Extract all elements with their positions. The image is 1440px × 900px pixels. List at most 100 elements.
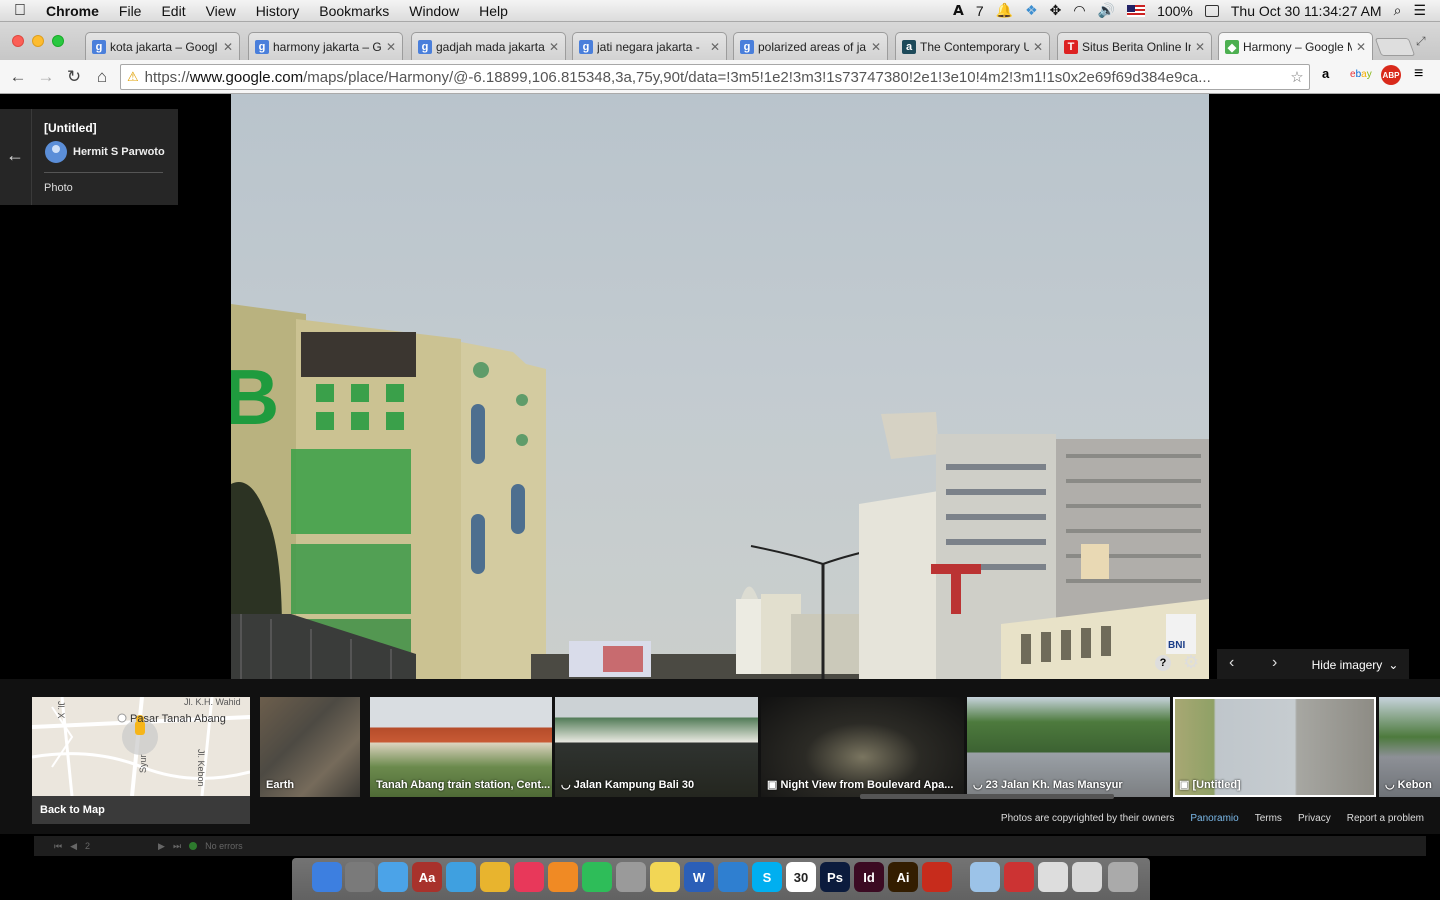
filmstrip-scrollbar[interactable] (860, 794, 1114, 799)
zoom-window-button[interactable] (52, 35, 64, 47)
menu-history[interactable]: History (246, 3, 310, 19)
menu-bookmarks[interactable]: Bookmarks (309, 3, 399, 19)
warning-lock-icon[interactable]: ⚠ (127, 69, 139, 85)
stickies-dock-icon[interactable] (650, 862, 680, 892)
next-photo-icon[interactable]: › (1272, 654, 1277, 672)
folder-dock-icon[interactable] (970, 862, 1000, 892)
chrome-dock-icon[interactable] (480, 862, 510, 892)
move-icon[interactable]: ✥ (1050, 2, 1062, 19)
film-tanah-abang-station[interactable]: Tanah Abang train station, Cent... (370, 697, 552, 797)
film-jalan-mas-mansyur[interactable]: ◡ 23 Jalan Kh. Mas Mansyur (967, 697, 1170, 797)
itunes-dock-icon[interactable] (514, 862, 544, 892)
minimize-window-button[interactable] (32, 35, 44, 47)
skype-dock-icon[interactable]: S (752, 862, 782, 892)
system-preferences-dock-icon[interactable] (345, 862, 375, 892)
fetch-dock-icon[interactable] (718, 862, 748, 892)
terms-link[interactable]: Terms (1255, 813, 1282, 824)
close-tab-icon[interactable]: ✕ (710, 40, 720, 54)
close-tab-icon[interactable]: ✕ (1033, 40, 1043, 54)
photo-title[interactable]: [Untitled] (44, 121, 97, 135)
menu-help[interactable]: Help (469, 3, 518, 19)
close-tab-icon[interactable]: ✕ (1356, 40, 1366, 54)
browser-tab[interactable]: a The Contemporary U ✕ (895, 32, 1050, 60)
battery-icon[interactable] (1204, 4, 1219, 17)
nav-prev-icon[interactable]: ◀ (70, 841, 77, 852)
nav-next-icon[interactable]: ▶ (158, 841, 165, 852)
browser-tab[interactable]: g kota jakarta – Googl ✕ (85, 32, 240, 60)
back-arrow-icon[interactable]: ← (4, 67, 32, 87)
adblock-plus-icon[interactable]: ABP (1381, 65, 1401, 85)
close-tab-icon[interactable]: ✕ (223, 40, 233, 54)
dictionary-dock-icon[interactable]: Aa (412, 862, 442, 892)
clock[interactable]: Thu Oct 30 11:34:27 AM (1231, 3, 1382, 19)
word-dock-icon[interactable]: W (684, 862, 714, 892)
spotify-dock-icon[interactable] (582, 862, 612, 892)
hide-imagery-button[interactable]: Hide imagery ⌄ (1301, 649, 1409, 681)
mini-map[interactable]: Jl. K.H. Wahid Pasar Tanah Abang Jl. Keb… (32, 697, 250, 796)
trash-dock-icon[interactable] (1108, 862, 1138, 892)
close-tab-icon[interactable]: ✕ (549, 40, 559, 54)
help-icon[interactable]: ? (1155, 655, 1171, 671)
forward-arrow-icon[interactable]: → (32, 67, 60, 87)
page-number[interactable]: 2 (85, 841, 90, 851)
us-flag-icon[interactable] (1127, 4, 1146, 17)
author-avatar[interactable] (45, 141, 67, 163)
author-name[interactable]: Hermit S Parwoto (73, 146, 165, 158)
ebay-extension-icon[interactable]: ebay (1350, 69, 1372, 80)
messages-dock-icon[interactable] (378, 862, 408, 892)
browser-tab[interactable]: g harmony jakarta – G ✕ (248, 32, 403, 60)
back-to-map-tile[interactable]: Jl. K.H. Wahid Pasar Tanah Abang Jl. Keb… (32, 697, 250, 824)
spotlight-icon[interactable]: ⌕ (1394, 2, 1402, 19)
menu-edit[interactable]: Edit (151, 3, 195, 19)
photoshop-dock-icon[interactable]: Ps (820, 862, 850, 892)
menu-window[interactable]: Window (399, 3, 469, 19)
safari-dock-icon[interactable] (446, 862, 476, 892)
film-untitled-selected[interactable]: ▣ [Untitled] (1173, 697, 1376, 797)
finder-dock-icon[interactable] (312, 862, 342, 892)
finder-window-dock-icon[interactable] (1072, 862, 1102, 892)
browser-tab[interactable]: g gadjah mada jakarta ✕ (411, 32, 566, 60)
close-window-button[interactable] (12, 35, 24, 47)
ibooks-dock-icon[interactable] (548, 862, 578, 892)
app-menu[interactable]: Chrome (40, 3, 109, 19)
nav-first-icon[interactable]: ⏮ (54, 841, 62, 852)
amazon-extension-icon[interactable]: a (1322, 66, 1329, 81)
chrome-menu-icon[interactable]: ≡ (1414, 65, 1423, 83)
browser-tab[interactable]: g jati negara jakarta - ✕ (572, 32, 727, 60)
privacy-link[interactable]: Privacy (1298, 813, 1331, 824)
browser-tab[interactable]: g polarized areas of ja ✕ (733, 32, 888, 60)
pdf-dock-icon[interactable] (1004, 862, 1034, 892)
apple-menu-icon[interactable]:  (0, 2, 40, 20)
calendar-dock-icon[interactable]: 30 (786, 862, 816, 892)
battery-percent[interactable]: 100% (1157, 3, 1193, 19)
bookmark-star-icon[interactable]: ☆ (1285, 68, 1309, 86)
wifi-icon[interactable]: ◠ (1073, 2, 1085, 19)
browser-tab[interactable]: T Situs Berita Online In ✕ (1057, 32, 1212, 60)
film-earth[interactable]: Earth (260, 697, 360, 797)
film-jalan-kampung-bali[interactable]: ◡ Jalan Kampung Bali 30 (555, 697, 758, 797)
dropbox-icon[interactable]: ❖ (1025, 2, 1038, 19)
close-tab-icon[interactable]: ✕ (1195, 40, 1205, 54)
volume-icon[interactable]: 🔊 (1098, 2, 1115, 19)
adobe-menu-icon[interactable]: 𝗔 (953, 2, 964, 19)
illustrator-dock-icon[interactable]: Ai (888, 862, 918, 892)
nav-last-icon[interactable]: ⏭ (173, 841, 181, 852)
close-tab-icon[interactable]: ✕ (871, 40, 881, 54)
previous-photo-icon[interactable]: ‹ (1229, 654, 1234, 672)
indesign-dock-icon[interactable]: Id (854, 862, 884, 892)
film-kebon[interactable]: ◡ Kebon (1379, 697, 1440, 797)
menu-file[interactable]: File (109, 3, 152, 19)
address-bar[interactable]: ⚠ https://www.google.com/maps/place/Harm… (120, 64, 1310, 90)
report-problem-link[interactable]: Report a problem (1347, 813, 1424, 824)
reload-icon[interactable]: ↻ (60, 67, 88, 87)
panoramio-link[interactable]: Panoramio (1190, 813, 1238, 824)
calculator-dock-icon[interactable] (616, 862, 646, 892)
back-arrow-icon[interactable]: ← (6, 145, 24, 166)
documents-dock-icon[interactable] (1038, 862, 1068, 892)
fullscreen-icon[interactable]: ⤢ (1416, 34, 1426, 49)
acrobat-dock-icon[interactable] (922, 862, 952, 892)
menu-view[interactable]: View (196, 3, 246, 19)
film-night-view[interactable]: ▣ Night View from Boulevard Apa... (761, 697, 964, 797)
browser-tab[interactable]: ◆ Harmony – Google M ✕ (1218, 32, 1373, 61)
home-icon[interactable]: ⌂ (88, 67, 116, 87)
